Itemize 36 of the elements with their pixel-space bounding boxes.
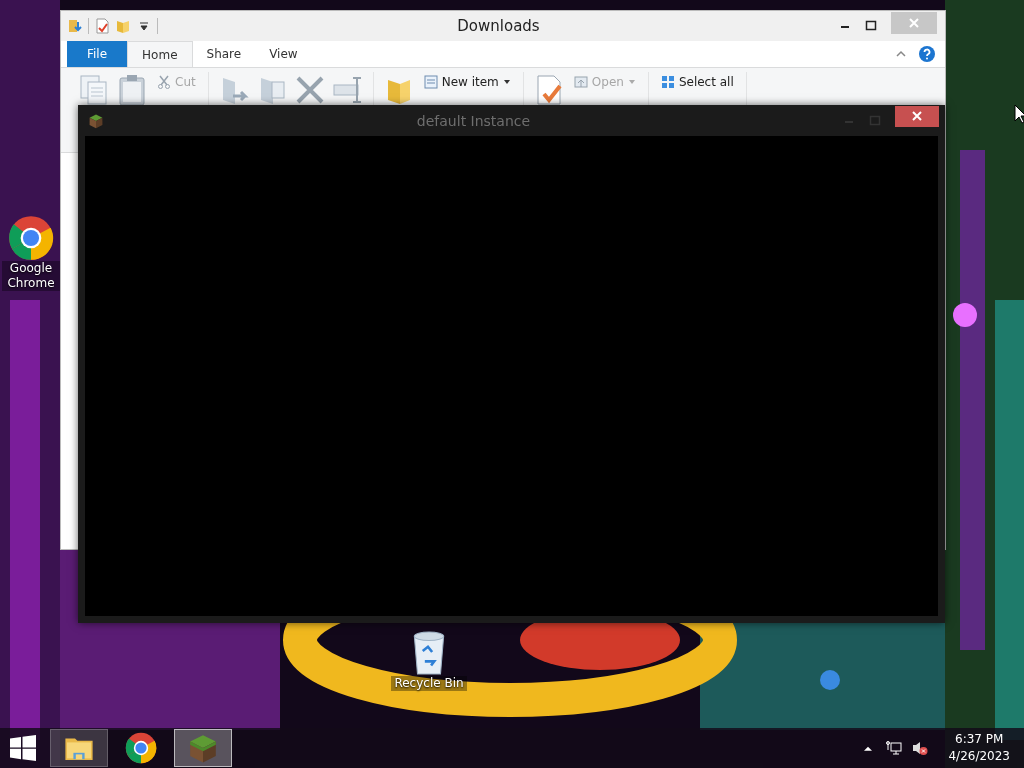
clipboard-icon[interactable] <box>117 74 147 106</box>
close-button[interactable] <box>895 105 939 127</box>
desktop-icon-label[interactable]: Recycle Bin <box>391 676 467 691</box>
scissors-icon <box>157 75 171 89</box>
rename-icon[interactable] <box>332 74 363 106</box>
ribbon-button[interactable]: New item <box>421 72 513 92</box>
ribbon-button[interactable]: Select all <box>658 72 736 92</box>
copy-icon[interactable] <box>79 74 109 106</box>
clock-date[interactable]: 4/26/2023 <box>948 748 1010 765</box>
clock-time[interactable]: 6:37 PM <box>955 731 1004 748</box>
muted-speaker-icon[interactable] <box>912 740 929 756</box>
grass-block-icon <box>88 112 104 129</box>
close-icon <box>908 17 920 29</box>
maximize-icon[interactable] <box>865 20 877 32</box>
new-item-icon <box>423 75 438 89</box>
ribbon-tab[interactable]: Home <box>127 41 193 67</box>
window-title: Downloads <box>456 17 541 35</box>
document-check-icon[interactable] <box>94 18 110 34</box>
ribbon-tab[interactable]: Share <box>192 41 256 67</box>
select-all-icon <box>660 75 675 89</box>
file-menu-tab[interactable]: File <box>67 41 128 67</box>
chrome-icon[interactable] <box>8 215 54 261</box>
grass-block-icon[interactable] <box>187 732 219 764</box>
folder-down-icon[interactable] <box>67 18 83 34</box>
ribbon-tab[interactable]: View <box>255 41 312 67</box>
desktop-icon-label[interactable]: Google Chrome <box>2 261 60 291</box>
taskbar-button[interactable] <box>50 729 108 767</box>
help-icon[interactable] <box>919 46 935 62</box>
close-icon <box>911 110 923 122</box>
windows-logo-icon[interactable] <box>10 735 36 761</box>
delete-icon[interactable] <box>294 74 325 106</box>
open-icon <box>573 75 588 89</box>
network-icon[interactable] <box>886 740 903 756</box>
cursor-icon <box>1014 104 1024 124</box>
chrome-icon[interactable] <box>125 732 157 764</box>
window-title: default Instance <box>415 112 532 129</box>
